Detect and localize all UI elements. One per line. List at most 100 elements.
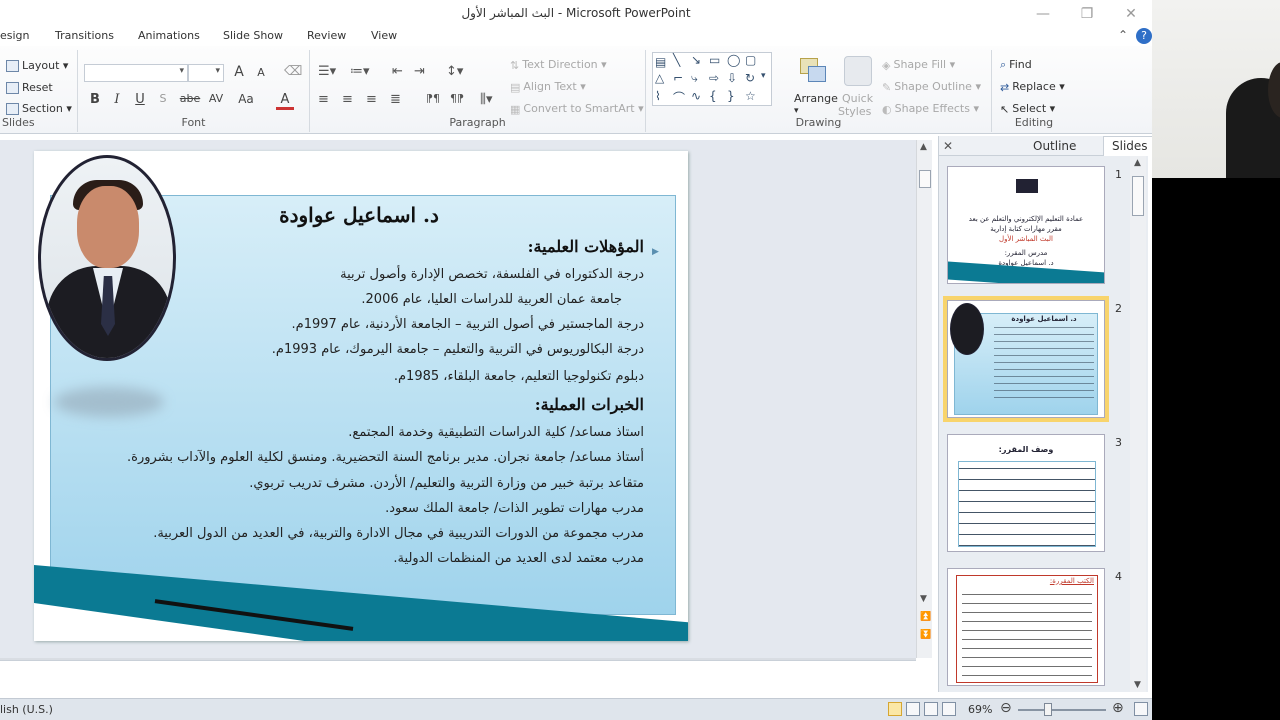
experience-line[interactable]: مدرب مجموعة من الدورات التدريبية في مجال… — [153, 526, 644, 541]
bold-button[interactable]: B — [86, 92, 104, 107]
line-shape-icon[interactable]: ╲ — [673, 53, 680, 67]
font-size-combo[interactable]: ▾ — [188, 64, 224, 82]
character-spacing-button[interactable]: AV — [204, 92, 228, 105]
quick-styles-label-1[interactable]: Quick — [842, 92, 873, 105]
ltr-icon[interactable]: ⁋¶ — [426, 92, 440, 105]
slide-scrollbar[interactable]: ▲ ▼ ⏫ ⏬ — [916, 140, 932, 658]
zoom-slider[interactable] — [1018, 709, 1106, 711]
clear-format-icon[interactable]: ⌫ — [284, 64, 302, 79]
zoom-out-icon[interactable]: ⊖ — [1000, 700, 1012, 716]
oval-shape-icon[interactable]: ◯ — [727, 53, 740, 67]
experience-line[interactable]: مدرب معتمد لدى العديد من المنظمات الدولي… — [393, 551, 644, 566]
left-brace-icon[interactable]: { — [709, 89, 717, 103]
shrink-font-button[interactable]: A — [252, 66, 270, 79]
text-direction-button[interactable]: ⇅ Text Direction ▾ — [510, 58, 607, 72]
profile-photo[interactable] — [38, 155, 176, 361]
slide-sorter-icon[interactable] — [906, 702, 920, 716]
textbox-shape-icon[interactable]: ▤ — [655, 55, 666, 69]
minimize-ribbon-icon[interactable]: ⌃ — [1118, 28, 1128, 42]
replace-button[interactable]: ⇄ Replace ▾ — [1000, 80, 1065, 94]
align-left-icon[interactable]: ≡ — [318, 92, 329, 107]
slide-thumbnail-3[interactable]: وصف المقرر: — [947, 434, 1105, 552]
arrange-dropdown-icon[interactable]: ▾ — [794, 106, 799, 116]
shadow-icon[interactable]: S — [154, 92, 172, 105]
pane-scroll-up-icon[interactable]: ▲ — [1134, 158, 1141, 168]
minimize-button[interactable]: — — [1028, 4, 1058, 24]
change-case-button[interactable]: Aa — [234, 92, 258, 106]
strikethrough-button[interactable]: abe — [178, 92, 202, 105]
qualification-line[interactable]: دبلوم تكنولوجيا التعليم، جامعة البلقاء، … — [394, 369, 644, 384]
fit-to-window-icon[interactable] — [1134, 702, 1148, 716]
shape-outline-button[interactable]: ✎ Shape Outline ▾ — [882, 80, 981, 94]
arrow-shape-icon[interactable]: ↘ — [691, 53, 701, 67]
font-color-button[interactable]: A — [276, 92, 294, 110]
help-icon[interactable]: ? — [1136, 28, 1152, 44]
next-slide-icon[interactable]: ⏬ — [920, 630, 931, 640]
qualifications-heading[interactable]: المؤهلات العلمية: — [528, 237, 644, 256]
scroll-thumb[interactable] — [919, 170, 931, 188]
zoom-slider-knob[interactable] — [1044, 703, 1052, 716]
align-right-icon[interactable]: ≡ — [366, 92, 377, 107]
rtl-icon[interactable]: ¶⁋ — [450, 92, 464, 105]
shapes-gallery[interactable]: ▤ ╲ ↘ ▭ ◯ ▢ △ ⌐ ⤷ ⇨ ⇩ ↻ ⌇ ⌒ ∿ { } ☆ ▾ — [652, 52, 772, 106]
zoom-in-icon[interactable]: ⊕ — [1112, 700, 1124, 716]
qualification-line[interactable]: درجة البكالوريوس في التربية والتعليم – ج… — [272, 342, 644, 357]
pane-scroll-thumb[interactable] — [1132, 176, 1144, 216]
block-arrow-icon[interactable]: ⇩ — [727, 71, 737, 85]
experience-line[interactable]: مدرب مهارات تطوير الذات/ جامعة الملك سعو… — [385, 501, 644, 516]
scroll-up-icon[interactable]: ▲ — [920, 142, 927, 152]
rectangle-shape-icon[interactable]: ▭ — [709, 53, 720, 67]
slide-thumbnail-2[interactable]: د. اسماعيل عواودة — [947, 300, 1105, 418]
italic-button[interactable]: I — [108, 92, 126, 107]
qualification-line[interactable]: درجة الماجستير في أصول التربية – الجامعة… — [292, 317, 644, 332]
pane-close-button[interactable]: ✕ — [943, 139, 953, 153]
shape-effects-button[interactable]: ◐ Shape Effects ▾ — [882, 102, 979, 116]
convert-smartart-button[interactable]: ▦ Convert to SmartArt ▾ — [510, 102, 644, 116]
freeform-shape-icon[interactable]: ⌇ — [655, 89, 661, 103]
numbering-icon[interactable]: ≔▾ — [350, 64, 370, 79]
shape-fill-button[interactable]: ◈ Shape Fill ▾ — [882, 58, 955, 72]
reading-view-icon[interactable] — [924, 702, 938, 716]
reset-button[interactable]: Reset — [6, 81, 53, 94]
curve-shape-icon[interactable]: ↻ — [745, 71, 755, 85]
tab-design[interactable]: esign — [0, 29, 30, 42]
align-text-button[interactable]: ▤ Align Text ▾ — [510, 80, 586, 94]
align-center-icon[interactable]: ≡ — [342, 92, 353, 107]
line-spacing-icon[interactable]: ↕▾ — [446, 64, 463, 79]
experience-line[interactable]: استاذ مساعد/ كلية الدراسات التطبيقية وخد… — [348, 425, 644, 440]
right-brace-icon[interactable]: } — [727, 89, 735, 103]
previous-slide-icon[interactable]: ⏫ — [920, 612, 931, 622]
select-button[interactable]: ↖ Select ▾ — [1000, 102, 1055, 116]
qualification-line[interactable]: جامعة عمان العربية للدراسات العليا، عام … — [361, 292, 622, 307]
wave-shape-icon[interactable]: ∿ — [691, 89, 701, 103]
columns-icon[interactable]: ⫼▾ — [480, 92, 493, 107]
triangle-shape-icon[interactable]: △ — [655, 71, 664, 85]
arc-shape-icon[interactable]: ⌒ — [673, 89, 685, 106]
quick-styles-icon[interactable] — [844, 56, 872, 86]
zoom-level[interactable]: 69% — [968, 703, 992, 716]
slide-title[interactable]: د. اسماعيل عواودة — [234, 203, 484, 227]
tab-transitions[interactable]: Transitions — [55, 29, 114, 42]
increase-indent-icon[interactable]: ⇥ — [414, 64, 425, 79]
right-arrow-shape-icon[interactable]: ⇨ — [709, 71, 719, 85]
justify-icon[interactable]: ≣ — [390, 92, 401, 107]
experience-line[interactable]: متقاعد برتبة خبير من وزارة التربية والتع… — [249, 476, 644, 491]
close-button[interactable]: ✕ — [1116, 4, 1146, 24]
elbow-connector-icon[interactable]: ⌐ — [673, 71, 683, 85]
notes-pane[interactable] — [0, 660, 916, 696]
layout-button[interactable]: Layout ▾ — [6, 59, 68, 72]
tab-slide-show[interactable]: Slide Show — [223, 29, 283, 42]
experience-heading[interactable]: الخبرات العملية: — [535, 395, 644, 414]
slide-thumbnail-4[interactable]: الكتب المقررة: — [947, 568, 1105, 686]
font-name-combo[interactable]: ▾ — [84, 64, 188, 82]
restore-button[interactable]: ❐ — [1072, 4, 1102, 24]
tab-view[interactable]: View — [371, 29, 397, 42]
slideshow-view-icon[interactable] — [942, 702, 956, 716]
language-indicator[interactable]: lish (U.S.) — [0, 703, 53, 716]
grow-font-button[interactable]: A — [230, 64, 248, 80]
slide-thumbnail-1[interactable]: عمادة التعليم الإلكتروني والتعلم عن بعد … — [947, 166, 1105, 284]
bullets-icon[interactable]: ☰▾ — [318, 64, 336, 79]
rounded-rect-shape-icon[interactable]: ▢ — [745, 53, 756, 67]
underline-button[interactable]: U — [131, 92, 149, 107]
slides-pane-scrollbar[interactable]: ▲ ▼ — [1130, 156, 1146, 692]
